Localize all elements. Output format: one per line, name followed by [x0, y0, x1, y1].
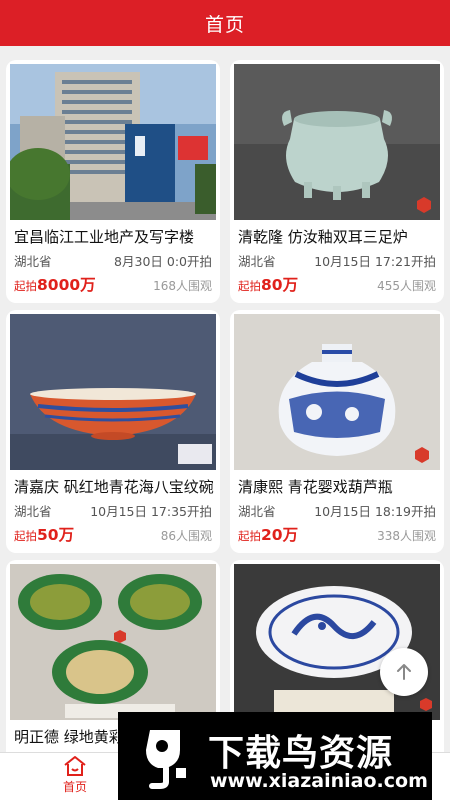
- back-to-top-button[interactable]: [380, 648, 428, 696]
- starting-price: 50万: [37, 526, 75, 544]
- auction-image-red-bowl: [10, 314, 216, 470]
- starting-price-label: 起拍: [14, 279, 37, 293]
- view-count: 455人围观: [377, 279, 436, 293]
- tab-home-label: 首页: [62, 780, 87, 794]
- bird-logo-icon: [146, 730, 186, 789]
- view-count: 168人围观: [153, 279, 212, 293]
- auction-card[interactable]: 清康熙 青花婴戏葫芦瓶 湖北省 10月15日 18:19开拍 起拍20万 338…: [230, 310, 444, 553]
- watermark-banner: 下载鸟资源 www.xiazainiao.com: [118, 712, 432, 800]
- auction-image-building: [10, 64, 216, 220]
- auction-location: 湖北省: [238, 254, 276, 269]
- starting-price-label: 起拍: [14, 529, 37, 543]
- auction-start-time: 10月15日 17:21开拍: [314, 254, 436, 269]
- page-title: 首页: [204, 13, 245, 36]
- auction-title: 宜昌临江工业地产及写字楼: [14, 228, 195, 246]
- auction-image-celadon-censer: [234, 64, 440, 220]
- page-header: 首页: [0, 0, 450, 46]
- auction-image-green-jars: [10, 564, 216, 720]
- auction-image-blue-white-vase: [234, 314, 440, 470]
- view-count: 338人围观: [377, 529, 436, 543]
- starting-price-label: 起拍: [238, 529, 261, 543]
- auction-start-time: 8月30日 0:0开拍: [114, 254, 212, 269]
- auction-card[interactable]: 清乾隆 仿汝釉双耳三足炉 湖北省 10月15日 17:21开拍 起拍80万 45…: [230, 60, 444, 303]
- auction-card[interactable]: 清嘉庆 矾红地青花海八宝纹碗 湖北省 10月15日 17:35开拍 起拍50万 …: [6, 310, 220, 553]
- starting-price-label: 起拍: [238, 279, 261, 293]
- starting-price: 80万: [261, 276, 299, 294]
- watermark-brand: 下载鸟资源: [208, 733, 394, 774]
- home-icon: [64, 756, 86, 776]
- watermark-url: www.xiazainiao.com: [210, 770, 428, 792]
- arrow-up-icon: [397, 664, 411, 680]
- starting-price: 8000万: [37, 276, 96, 294]
- auction-location: 湖北省: [238, 504, 276, 519]
- auction-location: 湖北省: [14, 504, 52, 519]
- starting-price: 20万: [261, 526, 299, 544]
- tab-home[interactable]: 首页: [50, 755, 100, 799]
- auction-start-time: 10月15日 18:19开拍: [314, 504, 436, 519]
- auction-start-time: 10月15日 17:35开拍: [90, 504, 212, 519]
- auction-card[interactable]: 宜昌临江工业地产及写字楼 湖北省 8月30日 0:0开拍 起拍8000万 168…: [6, 60, 220, 303]
- auction-image-dragon-plate: [234, 564, 440, 720]
- auction-title: 清乾隆 仿汝釉双耳三足炉: [238, 228, 408, 246]
- auction-location: 湖北省: [14, 254, 52, 269]
- view-count: 86人围观: [160, 529, 212, 543]
- auction-title: 清嘉庆 矾红地青花海八宝纹碗: [14, 478, 214, 496]
- auction-title: 清康熙 青花婴戏葫芦瓶: [238, 478, 393, 496]
